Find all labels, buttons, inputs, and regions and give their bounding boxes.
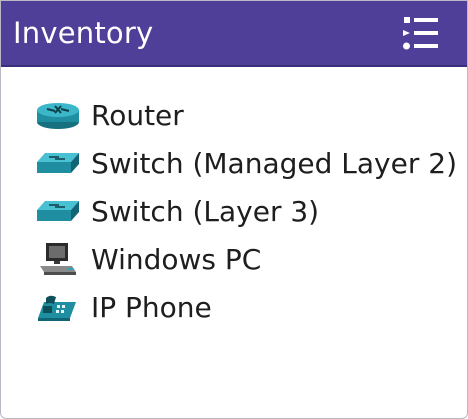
inventory-panel: Inventory Router Switch (Managed Layer 2… xyxy=(0,0,468,419)
inventory-item-windows-pc[interactable]: Windows PC xyxy=(35,235,467,283)
router-icon xyxy=(35,98,81,132)
inventory-item-ip-phone[interactable]: IP Phone xyxy=(35,283,467,331)
pc-icon xyxy=(35,242,81,276)
inventory-item-switch-layer-3[interactable]: Switch (Layer 3) xyxy=(35,187,467,235)
panel-title: Inventory xyxy=(13,16,154,50)
list-menu-button[interactable] xyxy=(401,15,441,51)
ip-phone-icon xyxy=(35,290,81,324)
inventory-item-label: Switch (Managed Layer 2) xyxy=(91,146,457,180)
inventory-list: Router Switch (Managed Layer 2) Switch (… xyxy=(1,67,467,331)
list-menu-icon xyxy=(403,17,438,50)
inventory-item-label: Switch (Layer 3) xyxy=(91,194,320,228)
switch-icon xyxy=(35,194,81,228)
switch-icon xyxy=(35,146,81,180)
inventory-item-label: IP Phone xyxy=(91,290,212,324)
inventory-item-label: Windows PC xyxy=(91,242,262,276)
inventory-item-router[interactable]: Router xyxy=(35,91,467,139)
inventory-item-label: Router xyxy=(91,98,184,132)
panel-header: Inventory xyxy=(1,1,467,67)
inventory-item-switch-managed-layer-2[interactable]: Switch (Managed Layer 2) xyxy=(35,139,467,187)
